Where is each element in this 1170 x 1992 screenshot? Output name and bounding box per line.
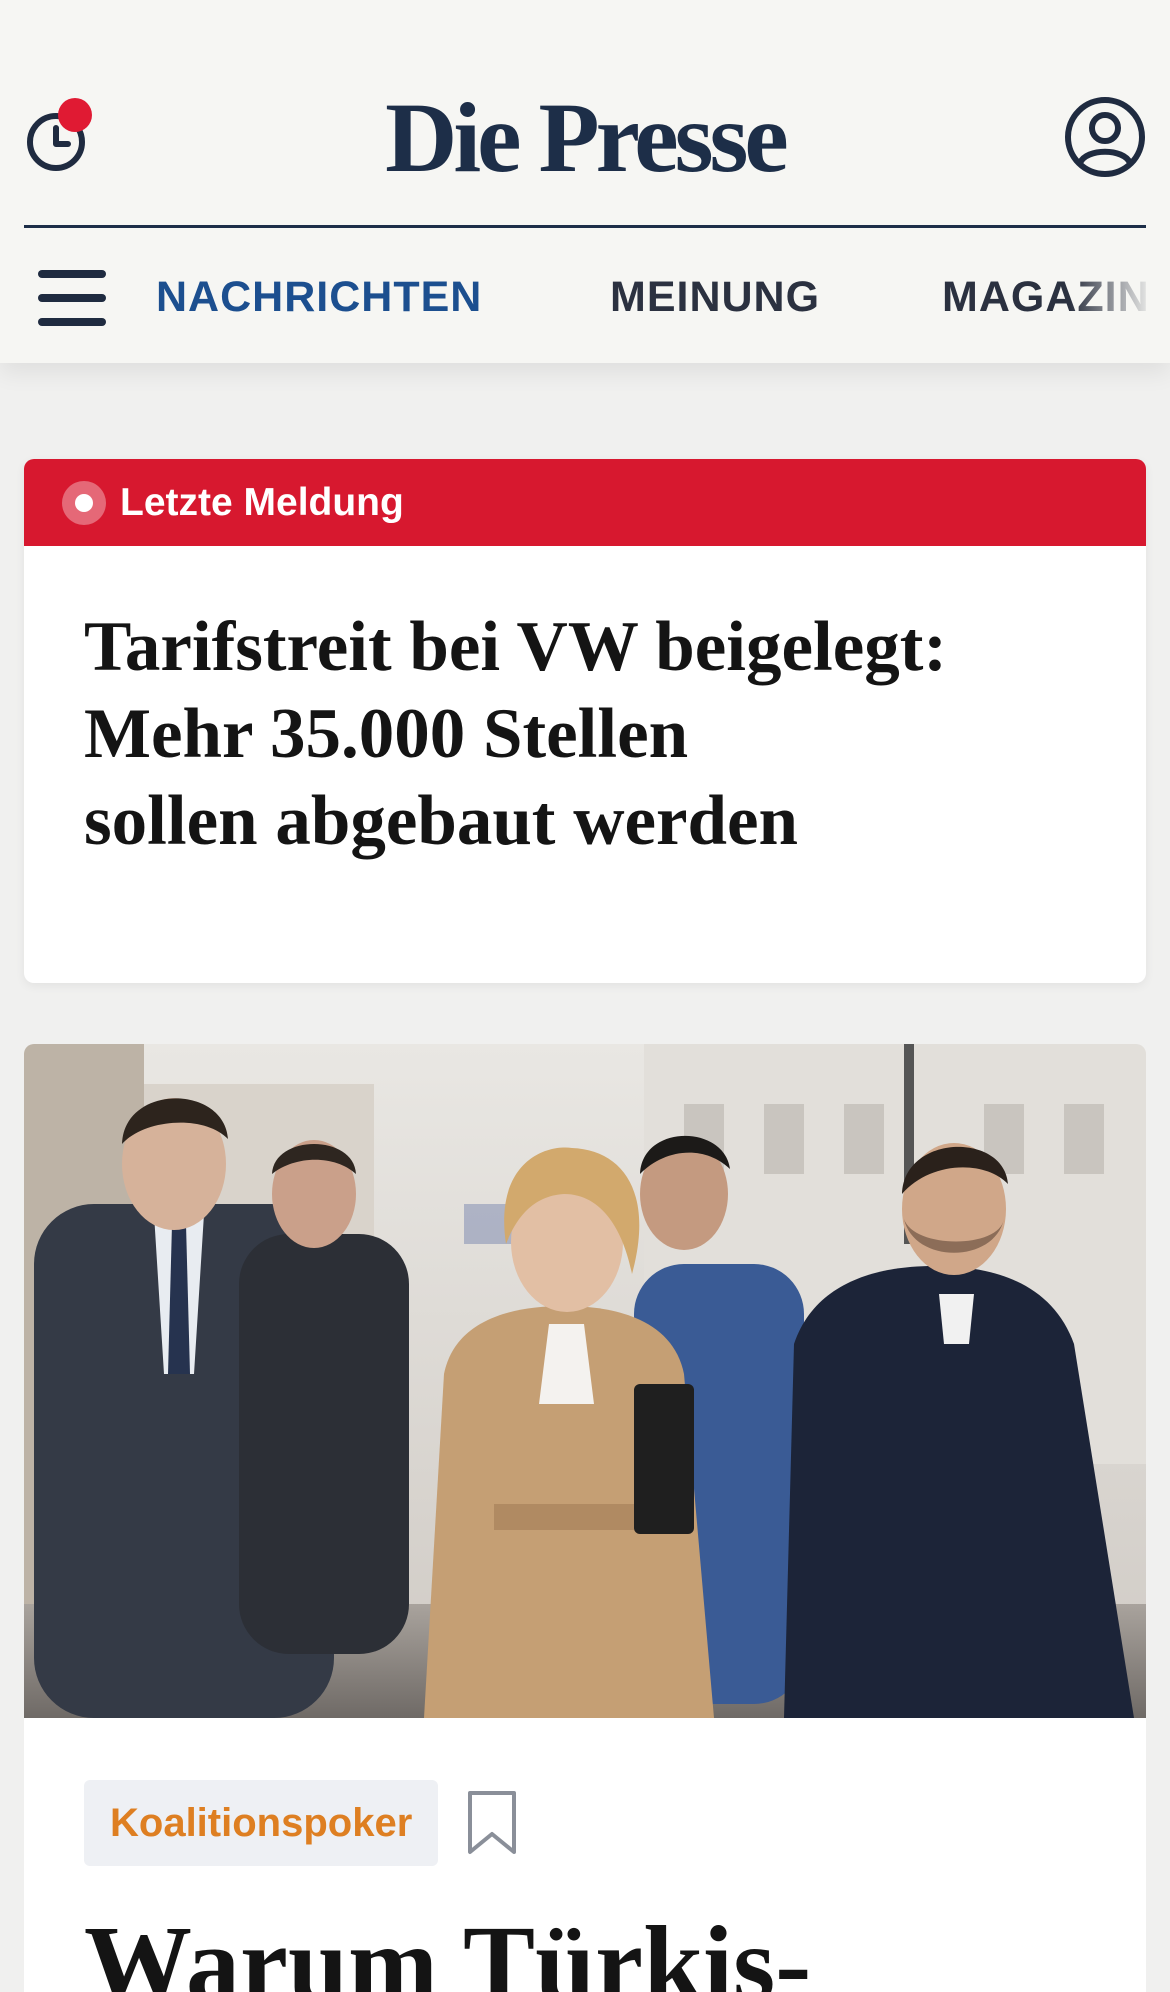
topic-tag[interactable]: Koalitionspoker [84, 1780, 439, 1866]
top-bar: Die Presse [0, 0, 1170, 225]
site-header: Die Presse NACHRICHTEN MEINUNG MAGAZIN [0, 0, 1170, 363]
bookmark-button[interactable] [466, 1790, 518, 1856]
breaking-news-card[interactable]: Letzte Meldung Tarifstreit bei VW beigel… [24, 459, 1146, 983]
bookmark-icon [468, 1791, 516, 1854]
nav-scroll-fade [1070, 228, 1170, 363]
account-button[interactable] [1064, 96, 1146, 178]
live-indicator-icon [62, 481, 106, 525]
headline-line: Mehr 35.000 Stellen [84, 695, 689, 773]
lead-article-card[interactable]: Koalitionspoker Warum Türkis- [24, 1044, 1146, 1992]
nav-item-meinung[interactable]: MEINUNG [610, 270, 820, 324]
headline-line: Tarifstreit bei VW beigelegt: [84, 608, 948, 686]
article-photo[interactable] [24, 1044, 1146, 1718]
user-circle-icon [1065, 97, 1145, 177]
brand-logo[interactable]: Die Presse [0, 78, 1170, 198]
lead-article-headline[interactable]: Warum Türkis- [84, 1900, 1124, 1992]
section-nav: NACHRICHTEN MEINUNG MAGAZIN [0, 228, 1170, 363]
nav-item-nachrichten[interactable]: NACHRICHTEN [156, 270, 482, 324]
breaking-news-headline[interactable]: Tarifstreit bei VW beigelegt: Mehr 35.00… [84, 604, 1084, 865]
hamburger-menu-icon[interactable] [38, 270, 106, 326]
headline-line: sollen abgebaut werden [84, 782, 798, 860]
breaking-news-banner: Letzte Meldung [24, 459, 1146, 546]
breaking-news-label: Letzte Meldung [120, 481, 404, 524]
